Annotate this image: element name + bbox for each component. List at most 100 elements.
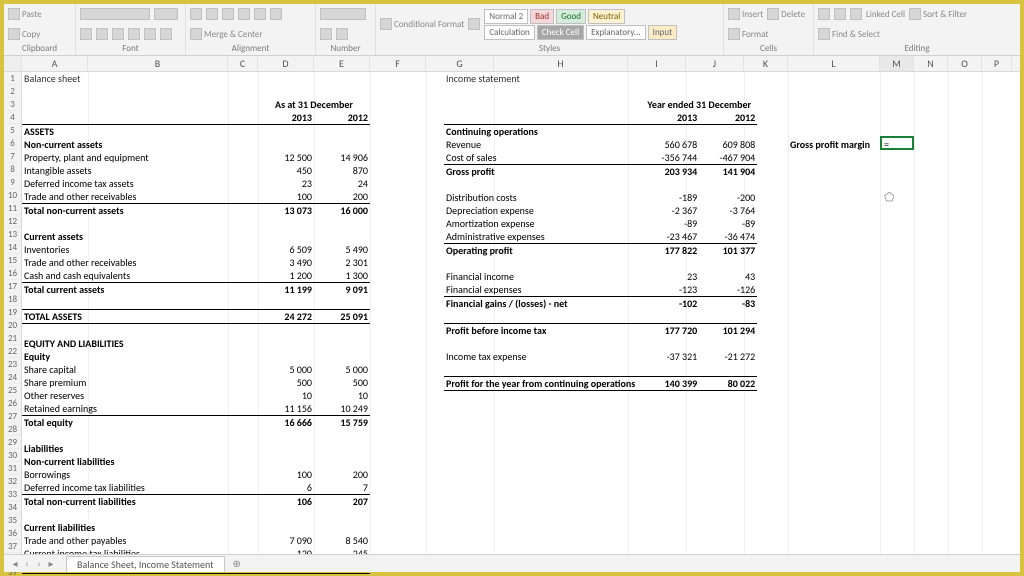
style-neutral[interactable]: Neutral [588,9,625,24]
row-header[interactable]: 2 [4,85,21,98]
col-header[interactable]: I [628,56,686,71]
row-header[interactable]: 16 [4,267,21,280]
row-header[interactable]: 30 [4,449,21,462]
clear-icon[interactable] [850,8,862,20]
italic-icon[interactable] [96,28,108,40]
format-as-table-button[interactable] [468,18,480,30]
row-header[interactable]: 4 [4,111,21,124]
align-bot-icon[interactable] [222,8,234,20]
row-header[interactable]: 34 [4,501,21,514]
tab-nav-next-icon[interactable]: › [34,557,44,570]
col-header[interactable]: G [426,56,494,71]
row-header[interactable]: 1 [4,72,21,85]
row-header[interactable]: 23 [4,358,21,371]
row-header[interactable]: 33 [4,488,21,501]
align-mid-icon[interactable] [206,8,218,20]
delete-button[interactable]: Delete [767,8,805,20]
format-button[interactable]: Format [728,28,768,40]
col-header[interactable]: L [788,56,880,71]
column-headers[interactable]: A B C D E F G H I J K L M N O P [4,56,1020,72]
row-header[interactable]: 28 [4,423,21,436]
row-header[interactable]: 29 [4,436,21,449]
row-header[interactable]: 24 [4,371,21,384]
row-header[interactable]: 18 [4,293,21,306]
border-icon[interactable] [128,28,140,40]
row-header[interactable]: 32 [4,475,21,488]
align-center-icon[interactable] [254,8,266,20]
row-header[interactable]: 13 [4,228,21,241]
font-size-icon[interactable] [154,8,178,20]
sort-filter-button[interactable]: Sort & Filter [909,8,967,20]
row-header[interactable]: 25 [4,384,21,397]
col-header[interactable]: P [982,56,1012,71]
row-header[interactable]: 22 [4,345,21,358]
style-good[interactable]: Good [556,9,586,24]
linked-cell-button[interactable]: Linked Cell [866,9,905,20]
fill-icon[interactable] [144,28,156,40]
row-header[interactable]: 21 [4,332,21,345]
merge-button[interactable]: Merge & Center [190,28,263,40]
row-header[interactable]: 37 [4,540,21,553]
col-header[interactable]: M [880,56,914,71]
tab-nav-last-icon[interactable]: ▸ [46,557,56,570]
style-input[interactable]: Input [648,25,677,40]
align-right-icon[interactable] [270,8,282,20]
tab-nav-first-icon[interactable]: ◂ [10,557,20,570]
col-header[interactable]: N [914,56,948,71]
col-header[interactable]: F [370,56,426,71]
row-header[interactable]: 15 [4,254,21,267]
cells-area[interactable]: Balance sheet As at 31 December 20132012… [22,72,1020,554]
row-header[interactable]: 27 [4,410,21,423]
autosum-icon[interactable] [818,8,830,20]
col-header[interactable]: H [494,56,628,71]
sheet-tab-active[interactable]: Balance Sheet, Income Statement [66,556,225,572]
row-header[interactable]: 6 [4,137,21,150]
row-header[interactable]: 7 [4,150,21,163]
col-header[interactable]: A [22,56,88,71]
row-header[interactable]: 19 [4,306,21,319]
row-header[interactable]: 26 [4,397,21,410]
row-header[interactable]: 20 [4,319,21,332]
col-header[interactable]: B [88,56,228,71]
active-cell[interactable]: = [880,136,914,150]
fill-down-icon[interactable] [834,8,846,20]
align-top-icon[interactable] [190,8,202,20]
row-header[interactable]: 31 [4,462,21,475]
insert-button[interactable]: Insert [728,8,763,20]
paste-button[interactable]: Paste [8,8,42,20]
row-header[interactable]: 10 [4,189,21,202]
style-bad[interactable]: Bad [530,9,554,24]
worksheet[interactable]: A B C D E F G H I J K L M N O P 12345678… [4,56,1020,554]
col-header[interactable]: C [228,56,258,71]
col-header[interactable]: K [744,56,788,71]
col-header[interactable]: E [314,56,370,71]
style-check-cell[interactable]: Check Cell [537,25,584,40]
copy-button[interactable]: Copy [8,28,40,40]
find-select-button[interactable]: Find & Select [818,28,880,40]
row-header[interactable]: 3 [4,98,21,111]
row-headers[interactable]: 1234567891011121314151617181920212223242… [4,72,22,554]
style-normal2[interactable]: Normal 2 [484,9,528,24]
number-format-icon[interactable] [320,8,366,20]
col-header[interactable]: D [258,56,314,71]
row-header[interactable]: 11 [4,202,21,215]
row-header[interactable]: 9 [4,176,21,189]
col-header[interactable]: O [948,56,982,71]
style-explanatory[interactable]: Explanatory... [586,25,646,40]
row-header[interactable]: 5 [4,124,21,137]
row-header[interactable]: 14 [4,241,21,254]
style-calculation[interactable]: Calculation [484,25,535,40]
conditional-formatting-button[interactable]: Conditional Format [380,18,464,30]
row-header[interactable]: 12 [4,215,21,228]
select-all-corner[interactable] [4,56,22,71]
font-box-icon[interactable] [80,8,150,20]
underline-icon[interactable] [112,28,124,40]
row-header[interactable]: 35 [4,514,21,527]
col-header[interactable]: J [686,56,744,71]
comma-icon[interactable] [336,28,348,40]
row-header[interactable]: 17 [4,280,21,293]
new-sheet-button[interactable]: ⊕ [229,557,245,570]
bold-icon[interactable] [80,28,92,40]
percent-icon[interactable] [320,28,332,40]
font-color-icon[interactable] [160,28,172,40]
